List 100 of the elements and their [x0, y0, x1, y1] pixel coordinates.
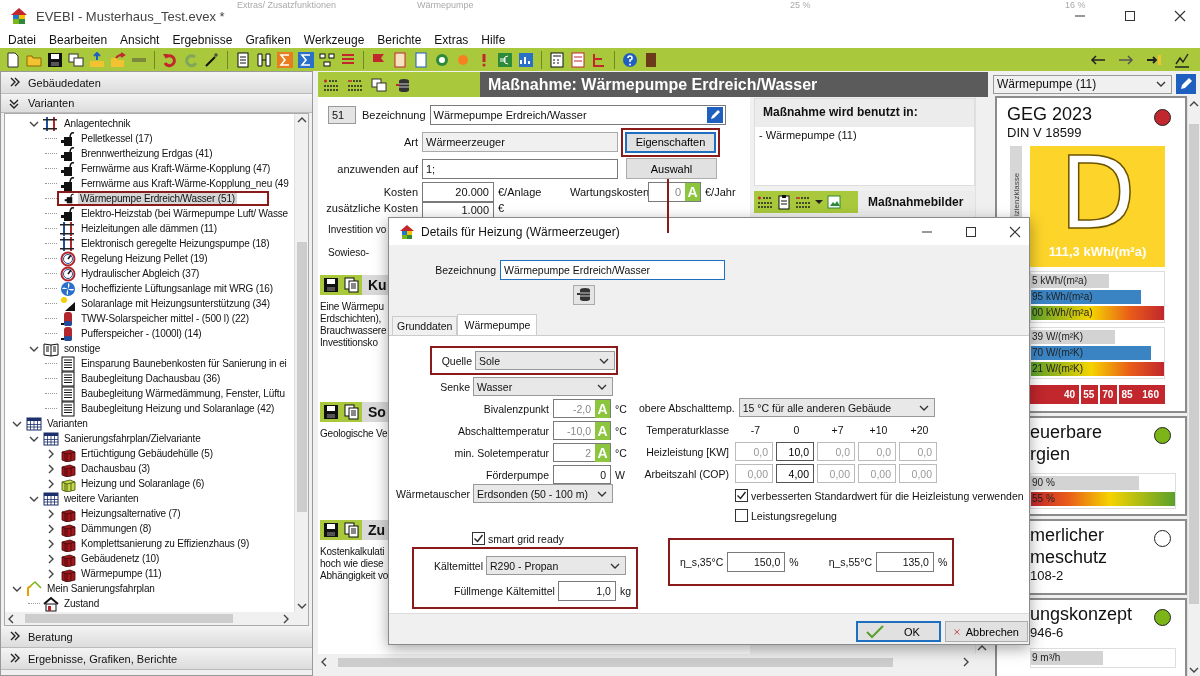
- document-icon[interactable]: [235, 51, 251, 68]
- database-icon[interactable]: [395, 76, 411, 93]
- tree-item[interactable]: Baubegleitung Dachausbau (36): [79, 372, 223, 385]
- upload-icon[interactable]: [89, 51, 105, 68]
- tree-item[interactable]: Dachausbau (3): [79, 462, 153, 475]
- properties-button[interactable]: Eigenschaften: [625, 131, 716, 153]
- tree-icon[interactable]: [591, 51, 607, 68]
- ok-button[interactable]: OK: [856, 621, 941, 642]
- section-header[interactable]: Varianten: [1, 94, 312, 113]
- menu-item[interactable]: Grafiken: [245, 33, 291, 47]
- maximize-icon[interactable]: [1124, 10, 1136, 22]
- windows-icon[interactable]: [68, 51, 84, 68]
- copy-icon[interactable]: [344, 404, 360, 420]
- input-field[interactable]: 0: [553, 465, 611, 484]
- input-field[interactable]: Wärmepumpe Erdreich/Wasser: [500, 260, 725, 280]
- chart-icon[interactable]: [1174, 51, 1190, 68]
- tree-item[interactable]: Gebäudenetz (10): [79, 552, 162, 565]
- copy-icon[interactable]: [344, 277, 360, 293]
- new-document-icon[interactable]: [5, 51, 21, 68]
- tree-item[interactable]: Heizungsalternative (7): [79, 507, 183, 520]
- ball-icon[interactable]: [434, 51, 450, 68]
- tree-item[interactable]: Hocheffiziente Lüftungsanlage mit WRG (16): [79, 282, 275, 295]
- tree-item[interactable]: Ertüchtigung Gebäudehülle (5): [79, 447, 215, 460]
- network-icon[interactable]: [319, 51, 335, 68]
- list-item[interactable]: - Wärmepumpe (11): [755, 127, 974, 143]
- input-field[interactable]: 10,0: [776, 442, 814, 461]
- dropdown[interactable]: Sole: [475, 351, 615, 370]
- cancel-button[interactable]: Abbrechen: [945, 621, 1028, 642]
- input-field[interactable]: Wärmeerzeuger: [422, 132, 618, 152]
- columns-icon[interactable]: [256, 51, 272, 68]
- report-icon[interactable]: [570, 51, 586, 68]
- calculator-icon[interactable]: [549, 51, 565, 68]
- checkbox-label[interactable]: smart grid ready: [488, 532, 564, 545]
- checkbox[interactable]: [735, 509, 748, 522]
- tree-item[interactable]: Solaranlage mit Heizungsunterstützung (34): [79, 297, 272, 310]
- input-field[interactable]: 0 A: [648, 182, 701, 202]
- vertical-scrollbar[interactable]: [1187, 98, 1200, 676]
- input-field[interactable]: 4,00: [776, 464, 814, 483]
- input-field[interactable]: 150,0: [727, 552, 786, 572]
- input-field[interactable]: 2 A: [553, 443, 611, 462]
- edit-icon[interactable]: [706, 107, 723, 123]
- dropdown[interactable]: R290 - Propan: [486, 556, 626, 575]
- dropdown[interactable]: 15 °C für alle anderen Gebäude: [738, 398, 935, 417]
- edit-icon[interactable]: [1176, 74, 1196, 94]
- copy-icon[interactable]: [344, 522, 360, 538]
- tree-item[interactable]: Pufferspeicher - (1000l) (14): [79, 327, 204, 340]
- tree-item[interactable]: Heizleitungen alle dämmen (11): [79, 222, 219, 235]
- magic-wand-icon[interactable]: [204, 51, 220, 68]
- document-icon[interactable]: [413, 51, 429, 68]
- dropdown[interactable]: Wärmepumpe (11): [993, 74, 1172, 94]
- database-icon[interactable]: [573, 285, 595, 305]
- add-rows-icon[interactable]: [757, 194, 773, 210]
- close-icon[interactable]: [1174, 10, 1186, 22]
- vertical-scrollbar[interactable]: [294, 114, 308, 612]
- tree-item[interactable]: Varianten: [45, 417, 90, 430]
- tree-item[interactable]: Heizung und Solaranlage (6): [79, 477, 207, 490]
- euro-icon[interactable]: [497, 51, 513, 68]
- tree-item[interactable]: Regelung Heizung Pellet (19): [79, 252, 210, 265]
- horizontal-scrollbar[interactable]: [5, 612, 308, 625]
- tree-item[interactable]: weitere Varianten: [62, 492, 141, 505]
- tree-item[interactable]: Brennwertheizung Erdgas (41): [79, 147, 215, 160]
- menu-item[interactable]: Hilfe: [481, 33, 506, 47]
- menu-item[interactable]: Bearbeiten: [49, 33, 108, 47]
- tree-item[interactable]: Baubegleitung Heizung und Solaranlage (42): [79, 402, 277, 415]
- tree-item[interactable]: Anlagentechnik: [62, 117, 133, 130]
- tree-item[interactable]: Einsparung Baunebenkosten für Sanierung in ei: [79, 357, 289, 370]
- windows-icon[interactable]: [371, 76, 387, 93]
- chart-icon[interactable]: [518, 51, 534, 68]
- tree-item[interactable]: Mein Sanierungsfahrplan: [45, 582, 157, 595]
- input-field[interactable]: 135,0: [875, 552, 934, 572]
- tree-item[interactable]: Elektronisch geregelte Heizungspumpe (18): [79, 237, 272, 250]
- menu-item[interactable]: Werkzeuge: [303, 33, 365, 47]
- tab[interactable]: Grunddaten: [392, 316, 458, 335]
- menu-item[interactable]: Extras: [434, 33, 469, 47]
- save-icon[interactable]: [323, 277, 339, 293]
- document-icon[interactable]: [392, 51, 408, 68]
- tree-item[interactable]: TWW-Solarspeicher mittel - (500 l) (22): [79, 312, 251, 325]
- tree-item[interactable]: Wärmepumpe Erdreich/Wasser (51): [78, 193, 238, 204]
- tree-item[interactable]: Baubegleitung Wärmedämmung, Fenster, Lüftu: [79, 387, 287, 400]
- menu-item[interactable]: Ansicht: [120, 33, 160, 47]
- input-field[interactable]: 20.000: [422, 182, 494, 202]
- tab[interactable]: Wärmepumpe: [457, 314, 538, 335]
- help-icon[interactable]: [622, 51, 638, 68]
- input-field[interactable]: -10,0 A: [553, 421, 611, 440]
- expand-icon[interactable]: [9, 653, 20, 664]
- section-header[interactable]: Ergebnisse, Grafiken, Berichte: [1, 648, 312, 670]
- sigma-icon[interactable]: [277, 51, 293, 68]
- tree-item[interactable]: Zustand: [62, 597, 102, 610]
- save-icon[interactable]: [47, 51, 63, 68]
- dropdown[interactable]: Erdsonden (50 - 100 m): [473, 484, 613, 503]
- input-field[interactable]: Wärmepumpe Erdreich/Wasser: [429, 105, 726, 125]
- remove-rows-icon[interactable]: [795, 194, 811, 210]
- sigma-icon[interactable]: [298, 51, 314, 68]
- dropdown[interactable]: Wasser: [473, 377, 613, 396]
- collapse-icon[interactable]: [9, 97, 20, 109]
- section-header[interactable]: Beratung: [1, 626, 312, 648]
- tree-item[interactable]: Hydraulischer Abgleich (37): [79, 267, 202, 280]
- save-icon[interactable]: [323, 404, 339, 420]
- tree-item[interactable]: Dämmungen (8): [79, 522, 154, 535]
- tree-item[interactable]: Fernwärme aus Kraft-Wärme-Kopplung_neu (49: [79, 177, 291, 190]
